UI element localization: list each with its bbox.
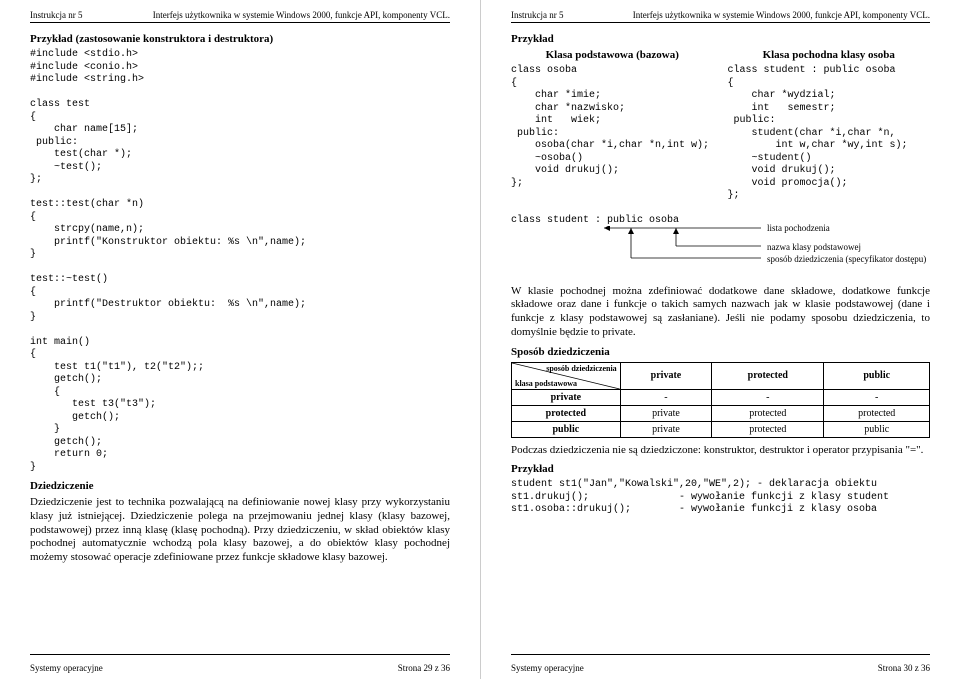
inheritance-diagram: class student : public osoba lista pocho… bbox=[511, 215, 930, 271]
right-para-2: Podczas dziedziczenia nie są dziedziczon… bbox=[511, 444, 930, 458]
header-right: Interfejs użytkownika w systemie Windows… bbox=[153, 10, 450, 20]
footer-sys: Systemy operacyjne bbox=[30, 663, 103, 673]
header-left: Instrukcja nr 5 bbox=[30, 10, 82, 20]
header-left: Instrukcja nr 5 bbox=[511, 10, 563, 20]
cell: private bbox=[620, 405, 712, 421]
cell: - bbox=[824, 389, 930, 405]
cell: protected bbox=[712, 421, 824, 437]
code-base: class osoba { char *imie; char *nazwisko… bbox=[511, 65, 714, 190]
class-columns: Klasa podstawowa (bazowa) class osoba { … bbox=[511, 49, 930, 209]
cell: - bbox=[712, 389, 824, 405]
ann-base: nazwa klasy podstawowej bbox=[767, 242, 861, 252]
right-title-2: Sposób dziedziczenia bbox=[511, 346, 930, 358]
left-title-1: Przykład (zastosowanie konstruktora i de… bbox=[30, 33, 450, 45]
cell: private bbox=[620, 421, 712, 437]
cell: protected bbox=[824, 405, 930, 421]
right-code-2: student st1("Jan","Kowalski",20,"WE",2);… bbox=[511, 479, 930, 517]
page-left: Instrukcja nr 5 Interfejs użytkownika w … bbox=[0, 0, 480, 679]
right-title-1: Przykład bbox=[511, 33, 930, 45]
inherit-arrows-svg bbox=[511, 226, 931, 272]
footer-page: Strona 30 z 36 bbox=[878, 663, 930, 673]
col-h-0: private bbox=[620, 362, 712, 389]
diag-top: sposób dziedziczenia bbox=[546, 364, 616, 373]
inherit-line: class student : public osoba bbox=[511, 215, 930, 226]
header: Instrukcja nr 5 Interfejs użytkownika w … bbox=[511, 10, 930, 20]
code-derived: class student : public osoba { char *wyd… bbox=[728, 65, 931, 203]
left-para-1: Dziedziczenie jest to technika pozwalają… bbox=[30, 496, 450, 565]
row-h-0: private bbox=[512, 389, 621, 405]
diag-bottom: klasa podstawowa bbox=[515, 379, 577, 388]
footer: Systemy operacyjne Strona 29 z 36 bbox=[30, 663, 450, 673]
footer-rule bbox=[511, 654, 930, 655]
col-h-2: public bbox=[824, 362, 930, 389]
footer-rule bbox=[30, 654, 450, 655]
footer-page: Strona 29 z 36 bbox=[398, 663, 450, 673]
header-rule bbox=[30, 22, 450, 23]
left-title-2: Dziedziczenie bbox=[30, 480, 450, 492]
col-der-head: Klasa pochodna klasy osoba bbox=[728, 49, 931, 61]
right-title-3: Przykład bbox=[511, 463, 930, 475]
ann-list: lista pochodzenia bbox=[767, 223, 830, 233]
ann-spec: sposób dziedziczenia (specyfikator dostę… bbox=[767, 254, 926, 264]
cell: - bbox=[620, 389, 712, 405]
cell: protected bbox=[712, 405, 824, 421]
row-h-1: protected bbox=[512, 405, 621, 421]
cell: public bbox=[824, 421, 930, 437]
footer-sys: Systemy operacyjne bbox=[511, 663, 584, 673]
header-right: Interfejs użytkownika w systemie Windows… bbox=[633, 10, 930, 20]
row-h-2: public bbox=[512, 421, 621, 437]
col-h-1: protected bbox=[712, 362, 824, 389]
inheritance-table: sposób dziedziczenia klasa podstawowa pr… bbox=[511, 362, 930, 438]
left-code-1: #include <stdio.h> #include <conio.h> #i… bbox=[30, 49, 450, 474]
footer: Systemy operacyjne Strona 30 z 36 bbox=[511, 663, 930, 673]
col-base-head: Klasa podstawowa (bazowa) bbox=[511, 49, 714, 61]
header: Instrukcja nr 5 Interfejs użytkownika w … bbox=[30, 10, 450, 20]
header-rule bbox=[511, 22, 930, 23]
right-para-1: W klasie pochodnej można zdefiniować dod… bbox=[511, 285, 930, 340]
page-right: Instrukcja nr 5 Interfejs użytkownika w … bbox=[480, 0, 960, 679]
